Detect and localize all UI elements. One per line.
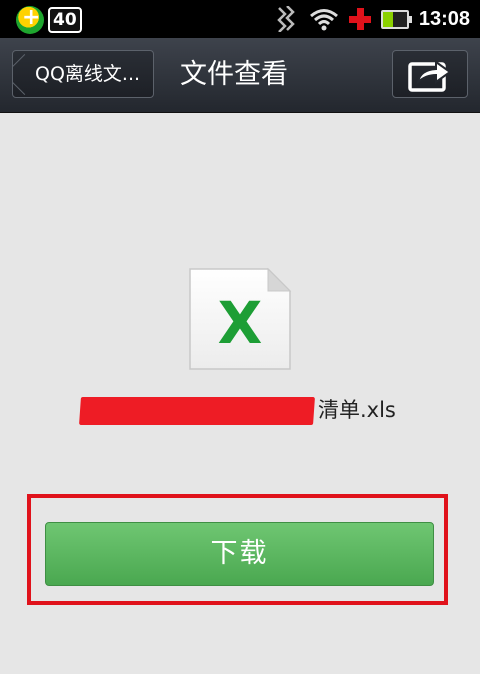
title-bar: QQ离线文... 文件查看 <box>0 38 480 113</box>
excel-file-icon: X <box>186 265 294 373</box>
data-signal-icon <box>277 6 295 32</box>
excel-letter: X <box>218 289 263 357</box>
file-name: 清单.xls <box>79 392 410 430</box>
share-icon <box>408 60 452 92</box>
redaction-mark <box>79 397 315 425</box>
page-title: 文件查看 <box>180 59 288 90</box>
app-badge-icon <box>16 5 44 34</box>
status-left: 40 <box>16 5 82 34</box>
status-right: 13:08 <box>275 0 470 38</box>
clock-time: 13:08 <box>418 7 470 30</box>
status-bar: 40 13:08 <box>0 0 480 38</box>
download-button[interactable]: 下载 <box>45 522 434 586</box>
battery-icon <box>380 9 412 29</box>
red-cross-icon <box>348 8 371 30</box>
share-button[interactable] <box>392 50 468 98</box>
wifi-icon <box>309 9 338 31</box>
back-button[interactable]: QQ离线文... <box>12 50 154 98</box>
file-name-suffix: 清单.xls <box>318 398 396 422</box>
number-badge-icon: 40 <box>48 7 82 33</box>
